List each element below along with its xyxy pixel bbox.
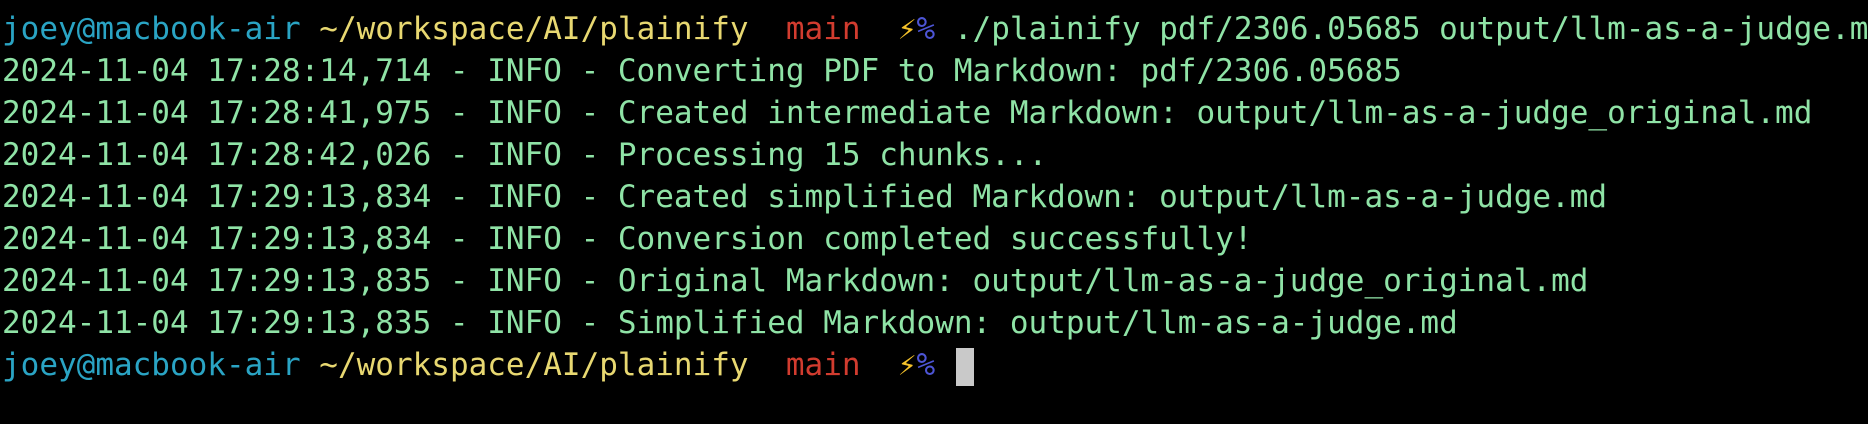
prompt-cwd: ~/workspace/AI/plainify [319,347,749,383]
lightning-icon: ⚡ [897,11,917,47]
active-prompt-line[interactable]: joey@macbook-air ~/workspace/AI/plainify… [2,344,1868,386]
log-line: 2024-11-04 17:28:41,975 - INFO - Created… [2,95,1813,131]
log-line: 2024-11-04 17:29:13,834 - INFO - Created… [2,179,1608,215]
prompt-git-branch: main [785,11,861,47]
text-cursor[interactable] [955,347,974,386]
prompt-symbol: % [916,347,936,383]
prompt-user-host: joey@macbook-air [2,11,301,47]
lightning-icon: ⚡ [897,347,917,383]
log-line: 2024-11-04 17:28:42,026 - INFO - Process… [2,137,1048,173]
log-line: 2024-11-04 17:29:13,835 - INFO - Origina… [2,263,1589,299]
terminal-window[interactable]: joey@macbook-air ~/workspace/AI/plainify… [0,0,1868,424]
prompt-cwd: ~/workspace/AI/plainify [319,11,749,47]
log-line: 2024-11-04 17:28:14,714 - INFO - Convert… [2,53,1402,89]
command-text: ./plainify pdf/2306.05685 output/llm-as-… [953,11,1868,47]
log-line: 2024-11-04 17:29:13,835 - INFO - Simplif… [2,305,1458,341]
prompt-user-host: joey@macbook-air [2,347,301,383]
prompt-git-branch: main [785,347,861,383]
log-line: 2024-11-04 17:29:13,834 - INFO - Convers… [2,221,1253,257]
prompt-symbol: % [916,11,936,47]
command-line: joey@macbook-air ~/workspace/AI/plainify… [2,8,1868,50]
